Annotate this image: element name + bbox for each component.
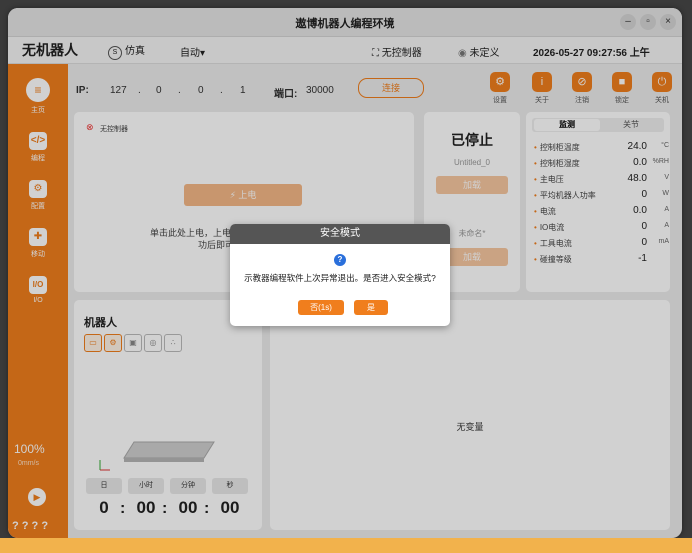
bottom-strip	[0, 538, 692, 553]
app-window: 遨博机器人编程环境 – ▫ × 无机器人 S 仿真 自动▾ ⛶ 无控制器 ◉ 未定…	[8, 8, 682, 538]
question-icon: ?	[334, 254, 346, 266]
dialog-message: 示教器编程软件上次异常退出。是否进入安全模式?	[244, 273, 436, 283]
dialog-title: 安全模式	[230, 224, 450, 244]
yes-button[interactable]: 是	[354, 300, 388, 315]
safe-mode-dialog: 安全模式 ? 示教器编程软件上次异常退出。是否进入安全模式? 否(1s) 是	[230, 224, 450, 326]
no-button[interactable]: 否(1s)	[298, 300, 344, 315]
